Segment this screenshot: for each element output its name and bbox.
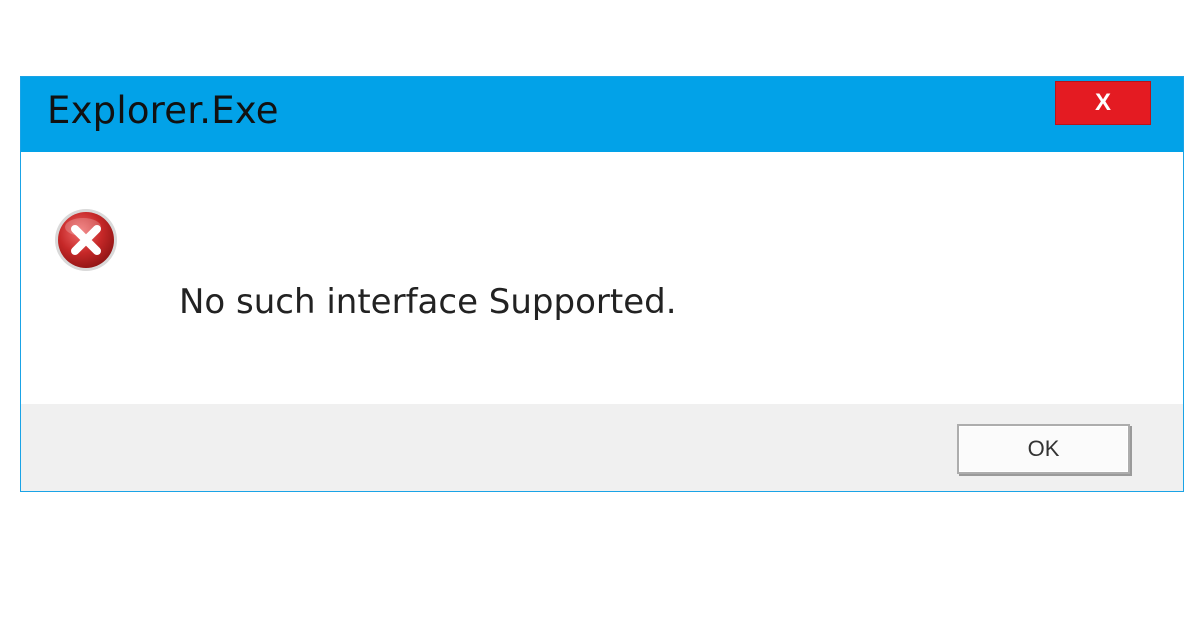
button-bar: OK: [21, 404, 1183, 491]
dialog-body: No such interface Supported.: [21, 152, 1183, 404]
error-icon: [55, 209, 117, 271]
title-bar[interactable]: Explorer.Exe X: [21, 77, 1183, 152]
error-dialog: Explorer.Exe X No such interface Support…: [20, 76, 1184, 492]
ok-button[interactable]: OK: [957, 424, 1130, 474]
window-title: Explorer.Exe: [47, 89, 279, 132]
close-button[interactable]: X: [1055, 81, 1151, 125]
error-message: No such interface Supported.: [179, 282, 677, 322]
